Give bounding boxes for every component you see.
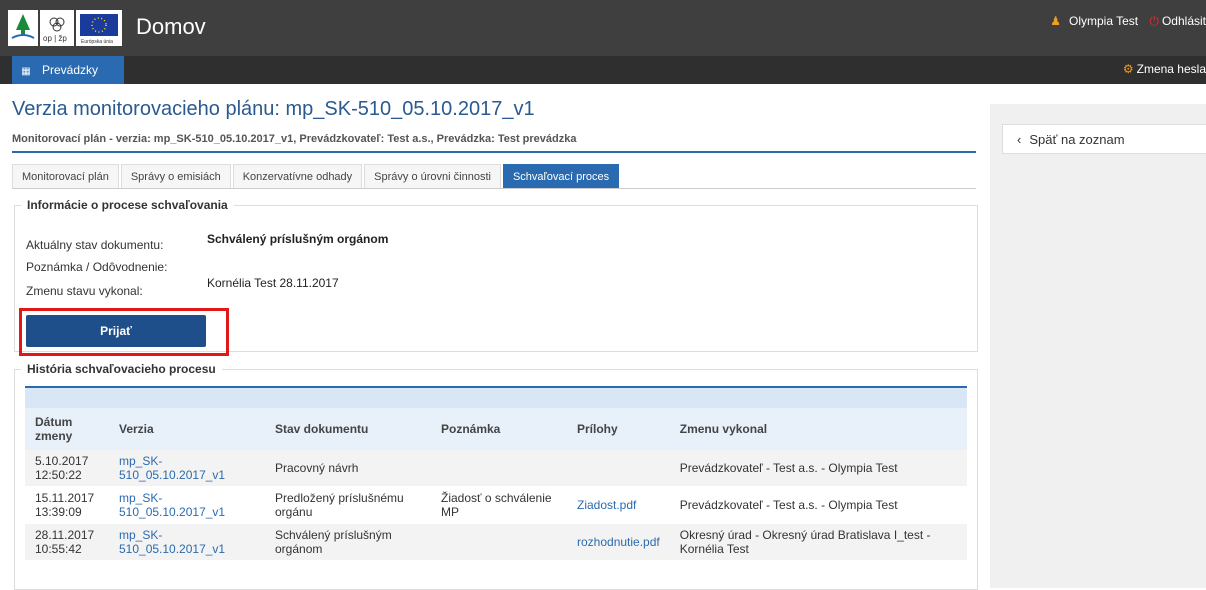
svg-text:op | žp: op | žp (43, 34, 67, 43)
col-changed-by[interactable]: Zmenu vykonal (669, 408, 967, 450)
changed-by-label: Zmenu stavu vykonal: (26, 284, 143, 298)
user-name-link[interactable]: Olympia Test (1069, 14, 1138, 28)
tab-bar: Monitorovací plán Správy o emisiách Konz… (12, 164, 621, 188)
cell-state: Pracovný návrh (265, 450, 431, 487)
top-bar: op | žp Európska únia Domov ♟ Olympia Tes… (0, 0, 1206, 56)
main-content: Verzia monitorovacieho plánu: mp_SK-510_… (12, 94, 978, 590)
cell-attachment-link[interactable]: rozhodnutie.pdf (567, 523, 670, 561)
opzp-tree-logo (8, 10, 38, 46)
cell-date: 15.11.2017 13:39:09 (25, 486, 109, 524)
col-version[interactable]: Verzia (109, 408, 265, 450)
eu-flag-logo: Európska únia (76, 10, 122, 46)
approval-info-panel: Informácie o procese schvaľovania Aktuál… (14, 198, 978, 356)
change-password-link[interactable]: ⚙ Zmena hesla (1123, 62, 1206, 76)
changed-by-value: Kornélia Test 28.11.2017 (207, 276, 339, 290)
cell-state: Predložený príslušnému orgánu (265, 486, 431, 524)
tab-divider (12, 188, 976, 189)
apps-grid-icon: ▦ (21, 66, 31, 77)
tab-konzervativne-odhady[interactable]: Konzervatívne odhady (232, 164, 363, 188)
nav-item-prevadzky[interactable]: ▦ Prevádzky (12, 56, 124, 84)
chevron-left-icon: ‹ (1017, 132, 1022, 147)
tab-monitorovaci-plan[interactable]: Monitorovací plán (12, 164, 119, 188)
cell-date: 5.10.2017 12:50:22 (25, 450, 109, 487)
accept-highlight: Prijať (19, 308, 229, 356)
history-table: Dátum zmeny Verzia Stav dokumentu Poznám… (25, 408, 967, 561)
approval-info-legend: Informácie o procese schvaľovania (27, 198, 228, 212)
key-icon: ⚙ (1122, 62, 1134, 76)
approval-history-panel: História schvaľovacieho procesu Dátum zm… (14, 362, 978, 590)
page-title: Verzia monitorovacieho plánu: mp_SK-510_… (12, 98, 535, 120)
user-area: ♟ Olympia Test ⏻ Odhlásit (1050, 14, 1206, 29)
tab-spravy-o-emisiach[interactable]: Správy o emisiách (120, 164, 231, 188)
table-row: 28.11.2017 10:55:42 mp_SK-510_05.10.2017… (25, 523, 967, 561)
back-to-list-button[interactable]: ‹ Späť na zoznam (1002, 124, 1206, 154)
note-label: Poznámka / Odôvodnenie: (26, 260, 168, 274)
cell-changed-by: Okresný úrad - Okresný úrad Bratislava I… (669, 523, 967, 561)
page-subtitle: Monitorovací plán - verzia: mp_SK-510_05… (12, 133, 976, 153)
right-sidebar: ‹ Späť na zoznam (990, 104, 1206, 588)
cell-date: 28.11.2017 10:55:42 (25, 523, 109, 561)
col-note[interactable]: Poznámka (431, 408, 567, 450)
history-header-row: Dátum zmeny Verzia Stav dokumentu Poznám… (25, 408, 967, 450)
history-table-toolbar (25, 386, 967, 408)
table-row: 5.10.2017 12:50:22 mp_SK-510_05.10.2017_… (25, 450, 967, 487)
col-state[interactable]: Stav dokumentu (265, 408, 431, 450)
cell-state: Schválený príslušným orgánom (265, 523, 431, 561)
opzp-logo: op | žp (40, 10, 74, 46)
accept-button[interactable]: Prijať (26, 315, 206, 347)
cell-changed-by: Prevádzkovateľ - Test a.s. - Olympia Tes… (669, 486, 967, 524)
change-password-label: Zmena hesla (1136, 62, 1206, 76)
nav-item-label: Prevádzky (42, 63, 99, 77)
cell-note (431, 523, 567, 561)
table-row: 15.11.2017 13:39:09 mp_SK-510_05.10.2017… (25, 486, 967, 524)
nav-bar (0, 56, 1206, 84)
power-icon[interactable]: ⏻ (1149, 14, 1159, 28)
cell-note (431, 450, 567, 487)
cell-version-link[interactable]: mp_SK-510_05.10.2017_v1 (109, 523, 265, 561)
col-attachments[interactable]: Prílohy (567, 408, 670, 450)
cell-note: Žiadosť o schválenie MP (431, 486, 567, 524)
cell-version-link[interactable]: mp_SK-510_05.10.2017_v1 (109, 486, 265, 524)
user-icon: ♟ (1050, 14, 1061, 28)
cell-attachment[interactable] (567, 450, 670, 487)
tab-schvalovaci-proces[interactable]: Schvaľovací proces (502, 164, 620, 188)
cell-attachment-link[interactable]: Ziadost.pdf (567, 486, 670, 524)
svg-text:Európska únia: Európska únia (81, 39, 113, 45)
col-date[interactable]: Dátum zmeny (25, 408, 109, 450)
app-title: Domov (136, 14, 206, 39)
state-value: Schválený príslušným orgánom (207, 232, 389, 246)
cell-version-link[interactable]: mp_SK-510_05.10.2017_v1 (109, 450, 265, 487)
cell-changed-by: Prevádzkovateľ - Test a.s. - Olympia Tes… (669, 450, 967, 487)
logout-link[interactable]: Odhlásit (1162, 14, 1206, 28)
approval-history-legend: História schvaľovacieho procesu (27, 362, 216, 376)
state-label: Aktuálny stav dokumentu: (26, 238, 164, 252)
tab-spravy-o-urovni-cinnosti[interactable]: Správy o úrovni činnosti (364, 164, 501, 188)
back-to-list-label: Späť na zoznam (1029, 132, 1125, 147)
